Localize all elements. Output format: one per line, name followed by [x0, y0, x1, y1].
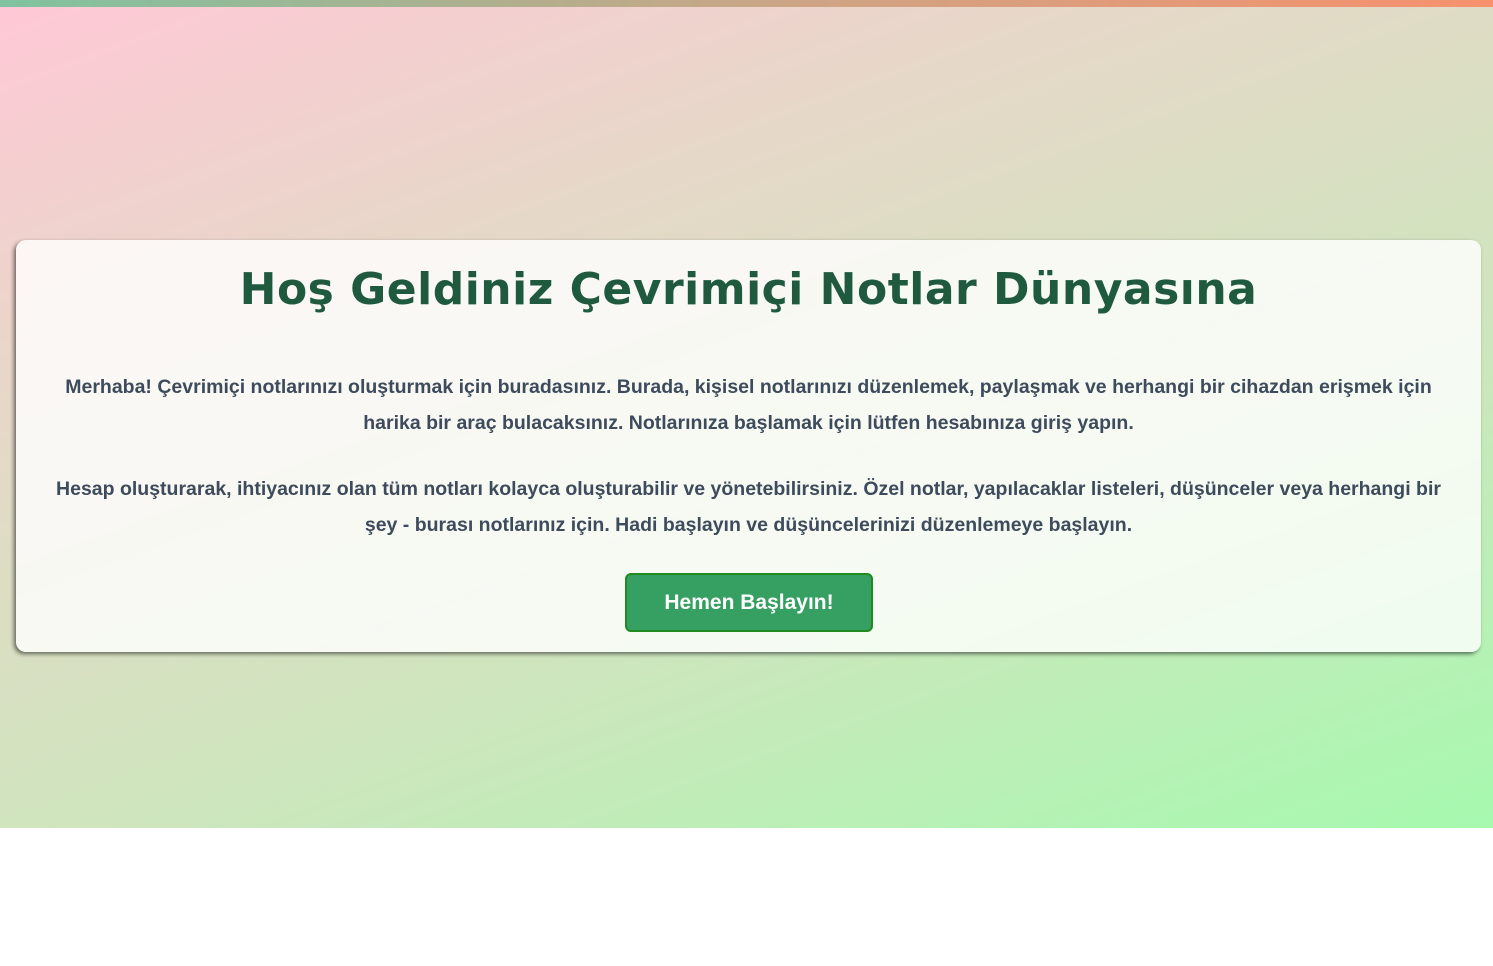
details-paragraph: Hesap oluşturarak, ihtiyacınız olan tüm … [56, 478, 1441, 536]
page-title: Hoş Geldiniz Çevrimiçi Notlar Dünyasına [239, 264, 1258, 315]
welcome-card: Hoş Geldiniz Çevrimiçi Notlar Dünyasına … [16, 240, 1481, 652]
intro-paragraph: Merhaba! Çevrimiçi notlarınızı oluşturma… [65, 376, 1432, 434]
get-started-button[interactable]: Hemen Başlayın! [625, 573, 873, 632]
hero-section: Hoş Geldiniz Çevrimiçi Notlar Dünyasına … [0, 0, 1493, 828]
top-accent-bar [0, 0, 1493, 7]
